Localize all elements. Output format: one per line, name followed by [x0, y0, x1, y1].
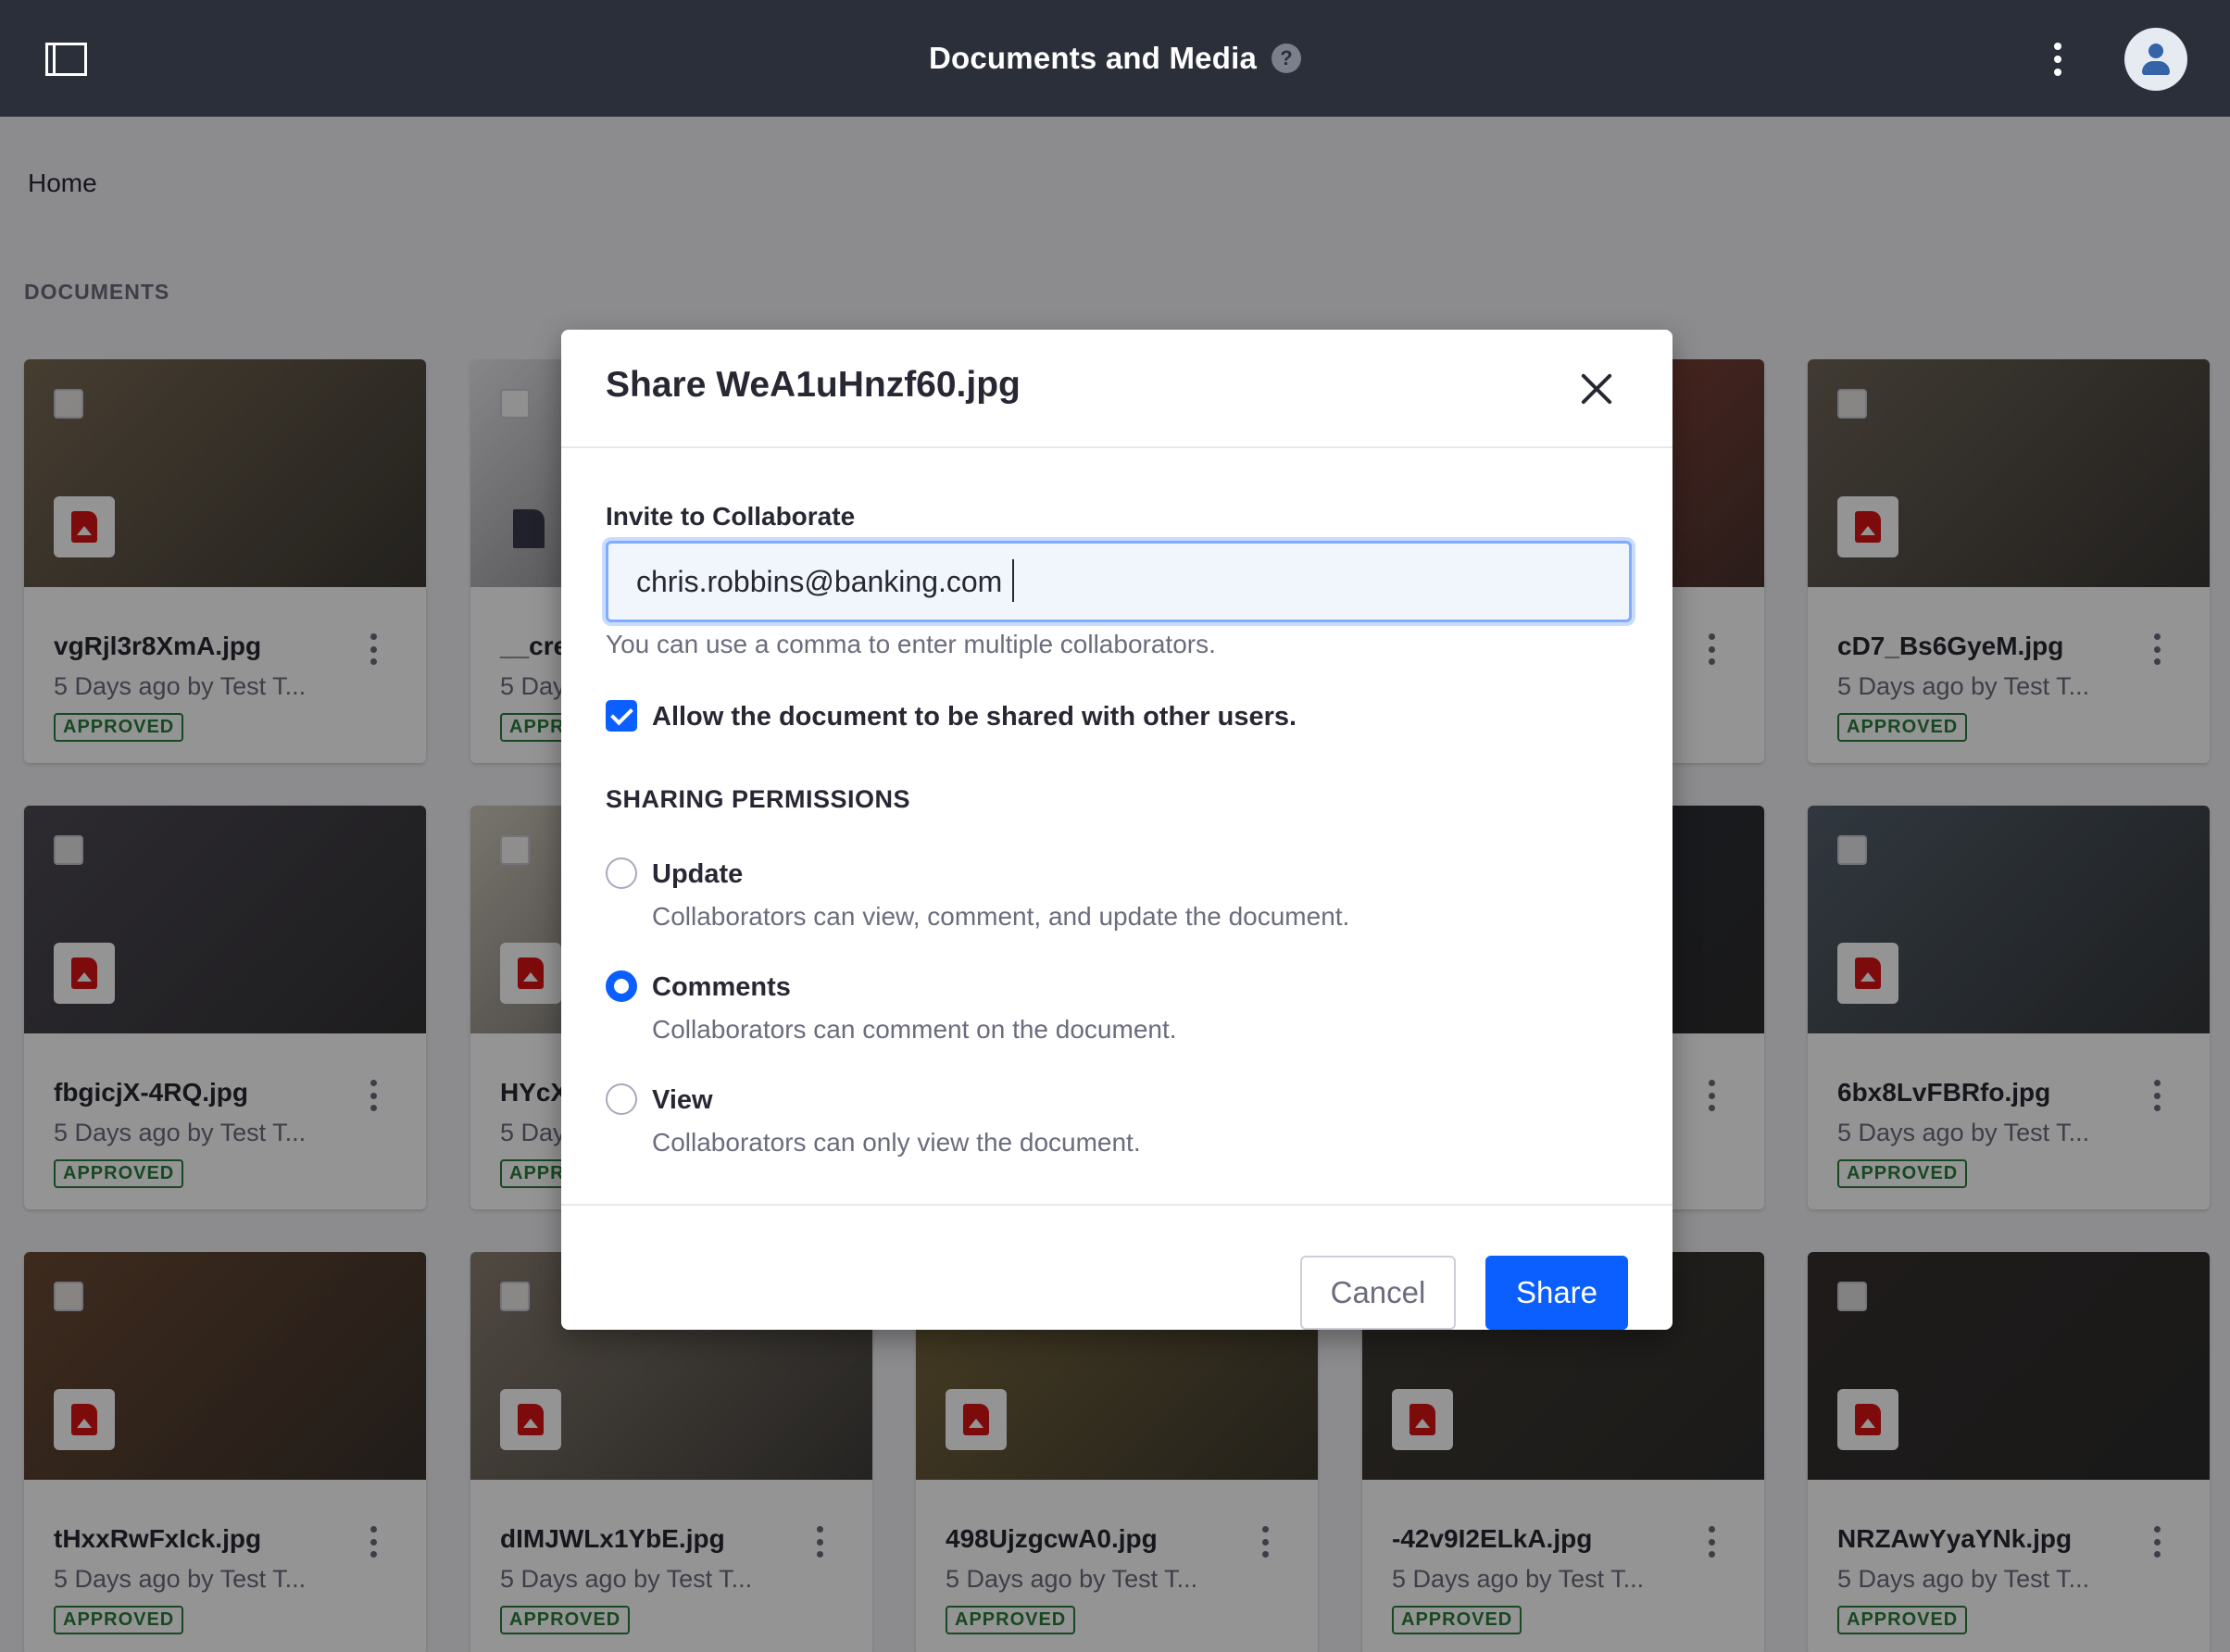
text-caret	[1012, 559, 1014, 602]
radio-view-description: Collaborators can only view the document…	[652, 1128, 1141, 1157]
app-title: Documents and Media	[928, 41, 1258, 75]
sidebar-toggle-icon[interactable]	[45, 43, 87, 76]
help-icon[interactable]: ?	[1272, 44, 1302, 73]
invite-collaborators-input[interactable]	[606, 541, 1632, 622]
user-avatar[interactable]	[2124, 28, 2187, 91]
user-icon	[2149, 44, 2163, 58]
share-button[interactable]: Share	[1485, 1256, 1628, 1330]
dialog-header: Share WeA1uHnzf60.jpg	[561, 330, 1672, 448]
dialog-title: Share WeA1uHnzf60.jpg	[606, 365, 1021, 405]
share-dialog: Share WeA1uHnzf60.jpg Invite to Collabor…	[561, 330, 1672, 1330]
radio-update-description: Collaborators can view, comment, and upd…	[652, 902, 1350, 931]
radio-comments[interactable]	[606, 970, 637, 1002]
sharing-permissions-title: SHARING PERMISSIONS	[606, 785, 911, 813]
close-icon[interactable]	[1576, 369, 1617, 409]
allow-share-checkbox[interactable]	[606, 700, 637, 732]
options-menu-icon[interactable]	[2052, 43, 2063, 76]
radio-view-label[interactable]: View	[652, 1085, 713, 1116]
invite-hint: You can use a comma to enter multiple co…	[606, 630, 1216, 658]
app-title-group: Documents and Media ?	[928, 41, 1302, 76]
allow-share-label[interactable]: Allow the document to be shared with oth…	[652, 702, 1297, 732]
cancel-button[interactable]: Cancel	[1300, 1256, 1456, 1330]
radio-view[interactable]	[606, 1083, 637, 1115]
top-navigation-bar: Documents and Media ?	[0, 0, 2230, 117]
radio-update[interactable]	[606, 857, 637, 889]
radio-comments-label[interactable]: Comments	[652, 972, 791, 1003]
invite-label: Invite to Collaborate	[606, 502, 856, 531]
radio-update-label[interactable]: Update	[652, 859, 743, 890]
radio-comments-description: Collaborators can comment on the documen…	[652, 1015, 1177, 1044]
